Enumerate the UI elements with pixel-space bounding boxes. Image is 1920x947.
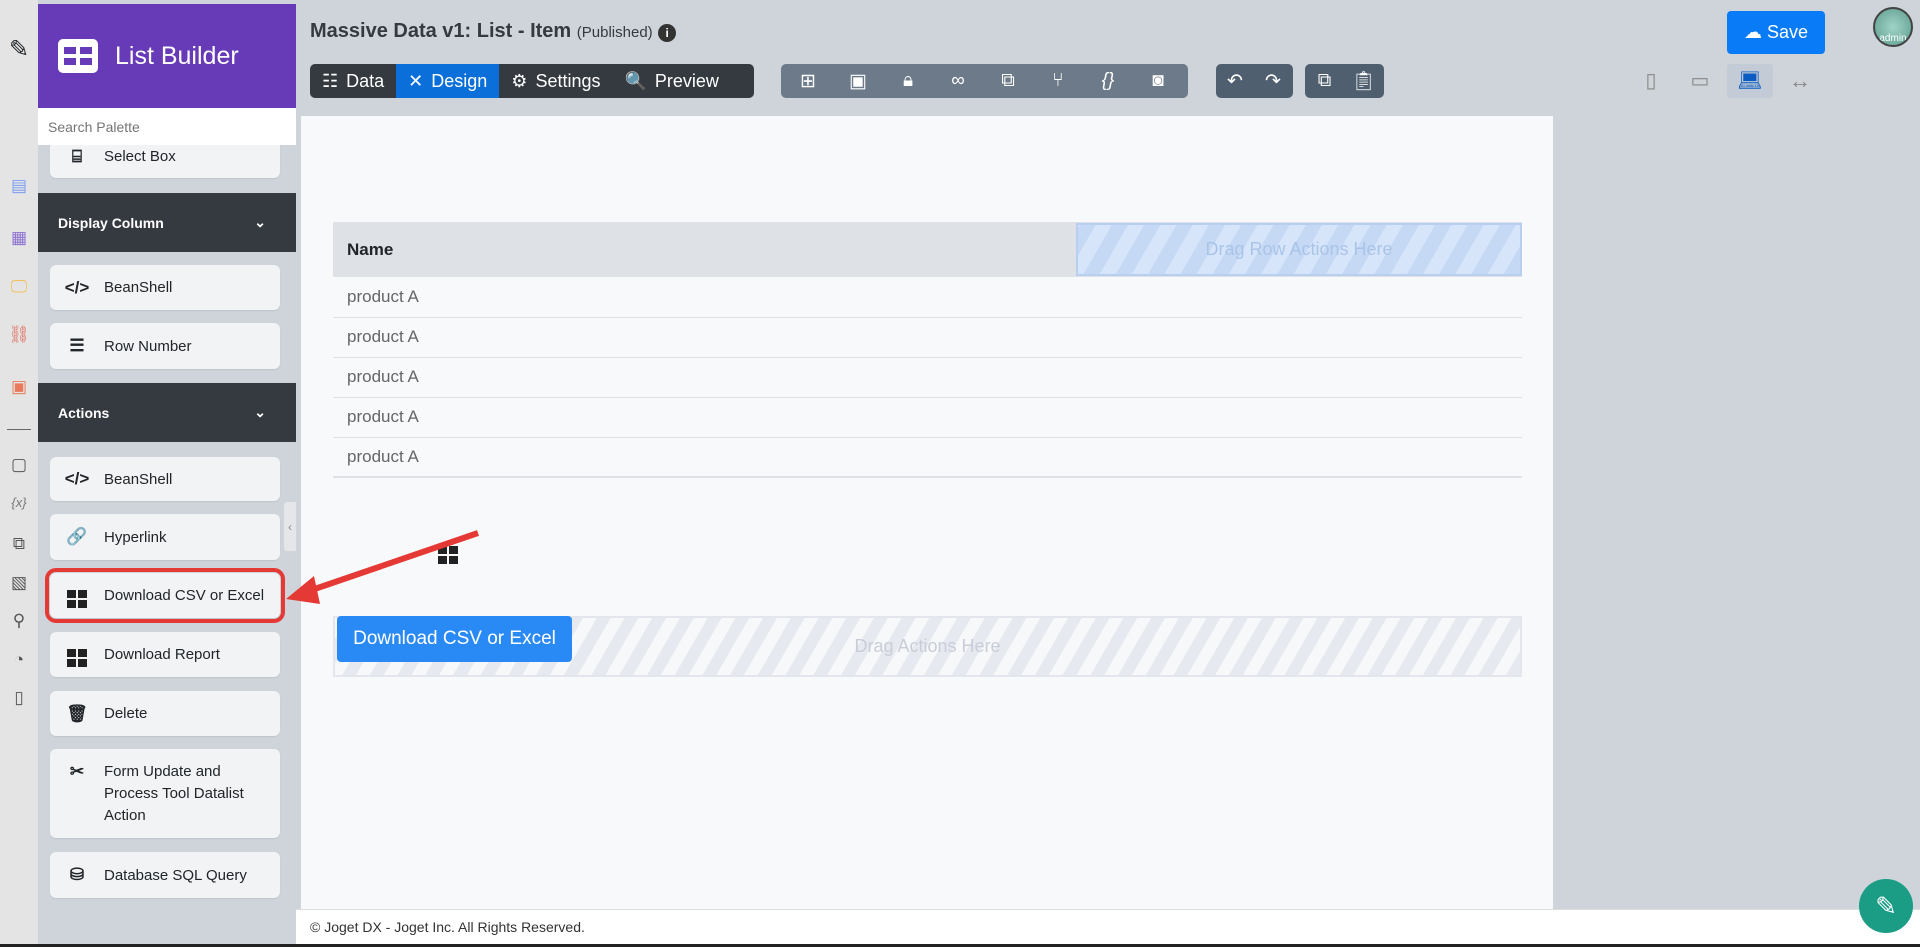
annotation-arrow [286, 530, 479, 604]
edit-pencil-fab[interactable]: ✎ [1859, 879, 1913, 933]
footer: © Joget DX - Joget Inc. All Rights Reser… [296, 909, 1920, 944]
arrow-shaft [299, 530, 479, 597]
arrow-head [286, 576, 320, 604]
